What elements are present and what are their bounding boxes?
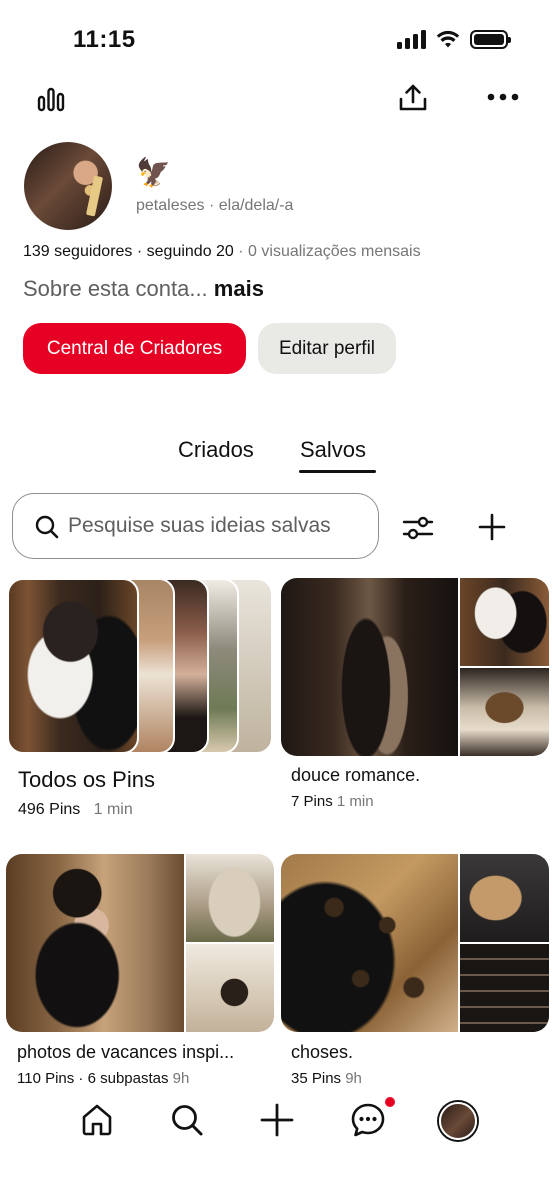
board-card-douce-romance[interactable] (281, 578, 549, 756)
filter-icon (402, 516, 434, 540)
following-count[interactable]: seguindo 20 (147, 243, 234, 260)
creator-hub-button[interactable]: Central de Criadores (23, 323, 246, 374)
board-cover-image (6, 854, 184, 1032)
board-meta: 110 Pins · 6 subpastas 9h (17, 1070, 189, 1087)
status-icons (397, 30, 511, 49)
board-cover-image (281, 854, 458, 1032)
share-button[interactable] (395, 80, 431, 116)
board-updated: 9h (345, 1070, 362, 1087)
board-title: douce romance. (291, 765, 421, 785)
search-bar[interactable] (12, 493, 379, 559)
status-bar: 11:15 (0, 0, 554, 80)
bar-chart-icon (37, 87, 65, 112)
board-thumbnail (460, 944, 549, 1032)
board-title: photos de vacances inspi... (17, 1042, 235, 1062)
status-time: 11:15 (73, 26, 136, 53)
board-thumbnail (460, 668, 549, 756)
board-cover-image (281, 578, 458, 756)
wifi-icon (436, 30, 460, 48)
board-cover-image (7, 578, 139, 754)
board-title: choses. (291, 1042, 354, 1062)
followers-count[interactable]: 139 seguidores (23, 243, 132, 260)
board-thumbnail (460, 854, 549, 942)
notification-badge (385, 1097, 395, 1107)
board-updated: 9h (172, 1070, 190, 1087)
plus-icon (260, 1103, 294, 1137)
board-card-photos-de-vacances[interactable] (6, 854, 274, 1032)
home-icon (82, 1104, 112, 1136)
chat-icon (351, 1103, 385, 1137)
search-icon (35, 515, 59, 539)
more-icon (487, 93, 519, 101)
analytics-button[interactable] (34, 82, 68, 116)
separator-dot: · (208, 197, 219, 214)
about-more-link[interactable]: mais (214, 276, 264, 301)
board-meta: 496 Pins 1 min (18, 801, 133, 819)
nav-create[interactable] (257, 1100, 297, 1140)
board-pin-count: 110 Pins · 6 subpastas (17, 1070, 169, 1087)
username: petaleses (136, 197, 205, 214)
about-account[interactable]: Sobre esta conta... mais (23, 276, 264, 302)
board-pin-count: 496 Pins (18, 801, 81, 818)
profile-emoji: 🦅 (136, 156, 171, 189)
board-card-choses[interactable] (281, 854, 549, 1032)
more-options-button[interactable] (485, 84, 521, 110)
bottom-navigation (0, 1088, 554, 1158)
board-updated: 1 min (93, 801, 133, 818)
nav-messages[interactable] (348, 1097, 395, 1140)
profile-handle: petaleses · ela/dela/-a (136, 197, 293, 215)
board-card-all-pins[interactable] (7, 578, 273, 756)
monthly-views: 0 visualizações mensais (248, 243, 421, 260)
tab-saved[interactable]: Salvos (300, 437, 366, 463)
search-input[interactable] (68, 494, 368, 557)
signal-icon (397, 30, 426, 49)
board-title: Todos os Pins (18, 767, 155, 792)
search-icon (172, 1105, 203, 1136)
board-thumbnail (460, 578, 549, 666)
tab-created[interactable]: Criados (178, 437, 254, 463)
nav-home[interactable] (77, 1100, 117, 1140)
nav-profile[interactable] (437, 1100, 479, 1142)
active-tab-indicator (299, 470, 376, 473)
board-meta: 7 Pins 1 min (291, 793, 374, 810)
board-thumbnail (186, 854, 274, 942)
board-pin-count: 7 Pins (291, 793, 333, 810)
avatar (439, 1102, 477, 1140)
edit-profile-button[interactable]: Editar perfil (258, 323, 396, 374)
board-pin-count: 35 Pins (291, 1070, 342, 1087)
board-updated: 1 min (336, 793, 374, 810)
board-thumbnail (186, 944, 274, 1032)
board-meta: 35 Pins 9h (291, 1070, 362, 1087)
plus-icon (478, 513, 506, 541)
battery-icon (470, 30, 511, 49)
profile-stats: 139 seguidores · seguindo 20 · 0 visuali… (23, 243, 421, 260)
nav-search[interactable] (167, 1100, 207, 1140)
profile-avatar[interactable] (24, 142, 112, 230)
add-board-button[interactable] (474, 509, 510, 545)
about-text: Sobre esta conta... (23, 276, 208, 301)
share-icon (399, 84, 427, 111)
filter-button[interactable] (400, 510, 436, 546)
pronouns: ela/dela/-a (218, 197, 294, 214)
